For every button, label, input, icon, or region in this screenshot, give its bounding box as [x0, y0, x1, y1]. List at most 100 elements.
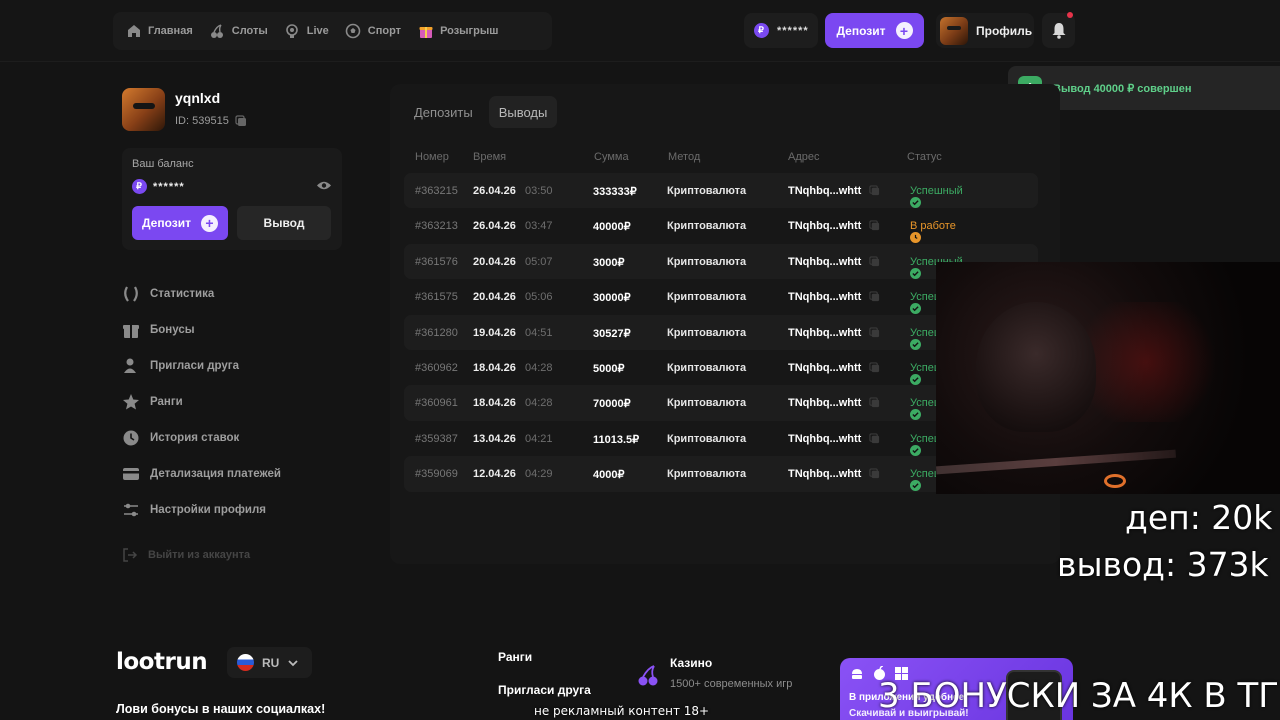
menu-item-bonuses[interactable]: Бонусы [122, 312, 281, 348]
menu-item-ranks[interactable]: Ранги [122, 384, 281, 420]
menu-item-invite[interactable]: Пригласи друга [122, 348, 281, 384]
cell-time: 04:21 [525, 432, 553, 445]
user-id-text: ID: 539515 [175, 115, 229, 127]
menu-item-label: Бонусы [150, 324, 195, 336]
cell-time: 05:07 [525, 255, 553, 268]
cell-time: 04:51 [525, 326, 553, 339]
menu-item-label: Статистика [150, 288, 215, 300]
nav-item-label: Розыгрыш [440, 25, 499, 37]
stream-overlay-deposit: деп: 20k [1125, 498, 1273, 537]
clock-icon [122, 429, 140, 447]
cell-method: Криптовалюта [667, 185, 747, 197]
copy-icon[interactable] [869, 397, 880, 408]
nav-item-label: Главная [148, 25, 193, 37]
copy-icon[interactable] [869, 468, 880, 479]
tab-withdrawals[interactable]: Выводы [488, 96, 558, 128]
cell-date: 12.04.26 [473, 468, 516, 481]
profile-button[interactable]: Профиль [936, 13, 1034, 48]
cell-number: #361280 [415, 326, 458, 339]
cell-number: #360961 [415, 397, 458, 410]
footer-link-ranks[interactable]: Ранги [498, 650, 532, 664]
clock-icon [910, 232, 921, 244]
cell-time: 04:28 [525, 361, 553, 374]
menu-item-stats[interactable]: Статистика [122, 276, 281, 312]
col-header-sum: Сумма [594, 151, 629, 163]
menu-item-bet-history[interactable]: История ставок [122, 420, 281, 456]
copy-icon[interactable] [869, 185, 880, 196]
avatar [122, 88, 165, 131]
logout-button[interactable]: Выйти из аккаунта [122, 547, 250, 563]
bell-icon [1051, 22, 1067, 39]
nav-item-sport[interactable]: Спорт [345, 23, 401, 40]
cell-number: #360962 [415, 361, 458, 374]
cell-method: Криптовалюта [667, 397, 747, 410]
chevron-down-icon [287, 657, 299, 669]
profile-menu: Статистика Бонусы Пригласи друга Ранги И… [122, 276, 281, 528]
site-logo[interactable]: lootrun [116, 649, 208, 675]
balance-masked: ****** [153, 180, 185, 193]
nav-item-live[interactable]: Live [284, 23, 329, 40]
language-select[interactable]: RU [227, 647, 312, 678]
plus-icon: + [201, 214, 218, 232]
cell-date: 20.04.26 [473, 255, 516, 268]
header-deposit-button[interactable]: Депозит + [825, 13, 924, 48]
cell-method: Криптовалюта [667, 432, 747, 445]
cell-sum: 3000₽ [593, 256, 625, 269]
nav-item-home[interactable]: Главная [125, 23, 193, 40]
withdraw-button[interactable]: Вывод [237, 206, 331, 240]
cell-date: 20.04.26 [473, 291, 516, 304]
cell-method: Криптовалюта [667, 255, 747, 268]
nav-item-slots[interactable]: Слоты [209, 23, 268, 40]
cell-address: TNqhbq...whtt [788, 397, 862, 410]
deposit-button[interactable]: Депозит + [132, 206, 228, 240]
footer-link-invite[interactable]: Пригласи друга [498, 683, 591, 697]
cell-number: #361575 [415, 291, 458, 304]
card-icon [122, 465, 140, 483]
cell-sum: 70000₽ [593, 398, 631, 411]
copy-icon[interactable] [869, 220, 880, 231]
cell-number: #363215 [415, 185, 458, 197]
stream-overlay-withdraw: вывод: 373k [1057, 545, 1269, 584]
copy-icon[interactable] [869, 326, 880, 338]
menu-item-label: Ранги [150, 396, 183, 408]
check-icon [910, 409, 921, 421]
gift-icon [122, 321, 140, 339]
status-text: Успешный [910, 185, 963, 197]
notifications-button[interactable] [1042, 12, 1075, 48]
ruble-coin-icon: ₽ [754, 23, 769, 38]
check-icon [910, 338, 921, 350]
header-balance[interactable]: ₽ ****** [744, 13, 818, 48]
ruble-coin-icon: ₽ [132, 179, 147, 194]
cell-method: Криптовалюта [667, 361, 747, 374]
cell-date: 13.04.26 [473, 432, 516, 445]
profile-label: Профиль [976, 23, 1033, 38]
cell-method: Криптовалюта [667, 326, 747, 339]
plus-icon: + [895, 22, 913, 39]
nav-item-giveaway[interactable]: Розыгрыш [417, 23, 498, 40]
copy-icon[interactable] [869, 362, 880, 373]
cell-sum: 333333₽ [593, 186, 637, 198]
deposit-label: Депозит [141, 216, 191, 230]
copy-icon[interactable] [869, 433, 880, 444]
check-icon [910, 373, 921, 385]
copy-icon[interactable] [869, 291, 880, 302]
col-header-method: Метод [668, 151, 701, 163]
status-badge: Успешный [910, 185, 963, 208]
table-row[interactable]: #363215 26.04.26 03:50 333333₽ Криптовалюта T… [404, 173, 1038, 209]
casino-title[interactable]: Казино [670, 656, 712, 670]
copy-icon[interactable] [869, 256, 880, 267]
cell-address: TNqhbq...whtt [788, 361, 862, 374]
copy-icon[interactable] [235, 115, 247, 127]
table-row[interactable]: #363213 26.04.26 03:47 40000₽ Криптовалюта TN… [404, 208, 1038, 244]
toast-text: Вывод 40000 ₽ совершен [1053, 82, 1192, 95]
cell-sum: 4000₽ [593, 469, 625, 482]
cell-method: Криптовалюта [667, 468, 747, 481]
eye-icon[interactable] [316, 180, 332, 191]
user-id: ID: 539515 [175, 115, 247, 127]
menu-item-payments[interactable]: Детализация платежей [122, 456, 281, 492]
tab-deposits[interactable]: Депозиты [404, 96, 483, 128]
menu-item-settings[interactable]: Настройки профиля [122, 492, 281, 528]
language-value: RU [262, 655, 280, 670]
cell-method: Криптовалюта [667, 291, 747, 304]
cell-sum: 30000₽ [593, 292, 631, 305]
